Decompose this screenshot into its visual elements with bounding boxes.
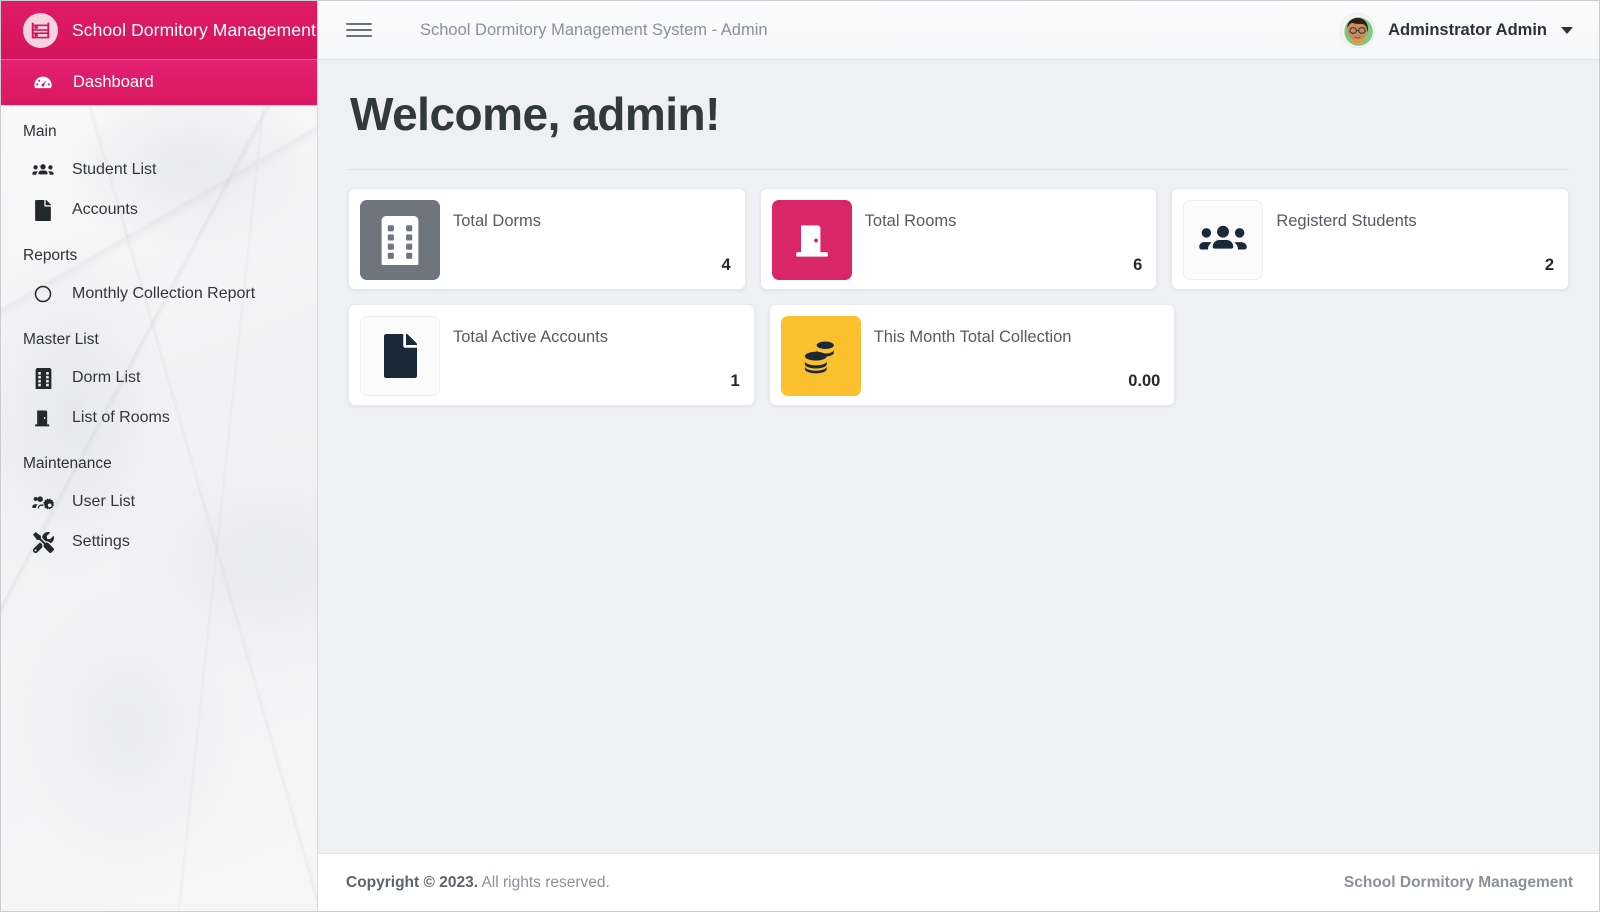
footer: Copyright © 2023. All rights reserved. S… bbox=[318, 853, 1599, 911]
sidebar-item-label: Dashboard bbox=[73, 73, 154, 91]
stat-card-total-dorms[interactable]: Total Dorms 4 bbox=[348, 188, 746, 291]
building-icon bbox=[381, 215, 419, 265]
sidebar: School Dormitory Management Dashboard Ma… bbox=[1, 1, 318, 911]
stat-value: 4 bbox=[721, 256, 731, 275]
sidebar-item-settings[interactable]: Settings bbox=[1, 522, 317, 562]
users-icon bbox=[30, 158, 56, 182]
stat-card-row-2: Total Active Accounts 1 This Month Total… bbox=[348, 304, 1569, 407]
stat-body: Total Active Accounts 1 bbox=[440, 316, 740, 396]
stat-card-total-rooms[interactable]: Total Rooms 6 bbox=[759, 188, 1158, 291]
stat-card-registered-students[interactable]: Registerd Students 2 bbox=[1171, 188, 1570, 291]
stat-card-this-month-total-collection[interactable]: This Month Total Collection 0.00 bbox=[768, 304, 1176, 407]
door-icon bbox=[795, 225, 828, 257]
sidebar-item-dorm-list[interactable]: Dorm List bbox=[1, 358, 317, 398]
bunk-bed-icon bbox=[23, 12, 58, 48]
sidebar-item-label: User List bbox=[72, 493, 136, 510]
app-window: School Dormitory Management Dashboard Ma… bbox=[0, 0, 1600, 912]
stat-icon-tile bbox=[1183, 200, 1264, 281]
sidebar-item-user-list[interactable]: User List bbox=[1, 482, 317, 522]
stat-value: 2 bbox=[1544, 256, 1555, 275]
topbar: School Dormitory Management System - Adm… bbox=[318, 1, 1599, 60]
sidebar-section-reports: Reports bbox=[23, 247, 78, 264]
building-icon bbox=[30, 366, 56, 390]
hamburger-icon[interactable] bbox=[346, 17, 372, 43]
tachometer-icon bbox=[30, 71, 56, 95]
door-icon bbox=[30, 406, 56, 430]
file-icon bbox=[383, 334, 417, 379]
title-divider bbox=[348, 169, 1569, 171]
stat-body: Total Dorms 4 bbox=[440, 200, 731, 280]
chevron-down-icon[interactable] bbox=[1561, 26, 1573, 34]
sidebar-item-label: Dorm List bbox=[72, 369, 141, 386]
sidebar-item-label: Accounts bbox=[72, 201, 138, 218]
file-icon bbox=[30, 198, 56, 222]
coins-icon bbox=[804, 341, 834, 374]
stat-value: 0.00 bbox=[1128, 372, 1161, 391]
stat-icon-tile bbox=[360, 200, 440, 281]
stat-icon-tile bbox=[771, 200, 852, 281]
stat-value: 6 bbox=[1133, 256, 1143, 275]
sidebar-item-label: List of Rooms bbox=[72, 409, 170, 426]
stat-label: Registerd Students bbox=[1276, 212, 1417, 231]
dashboard-content: Welcome, admin! Total Dorms 4 Total Room… bbox=[318, 60, 1599, 853]
sidebar-item-accounts[interactable]: Accounts bbox=[1, 190, 317, 230]
page-title: Welcome, admin! bbox=[350, 88, 720, 140]
sidebar-item-monthly-collection-report[interactable]: Monthly Collection Report bbox=[1, 274, 317, 314]
stat-card-total-active-accounts[interactable]: Total Active Accounts 1 bbox=[348, 304, 755, 407]
users-cog-icon bbox=[30, 490, 56, 514]
sidebar-item-list-of-rooms[interactable]: List of Rooms bbox=[1, 398, 317, 438]
stat-value: 1 bbox=[730, 372, 740, 391]
stat-card-row-1: Total Dorms 4 Total Rooms 6 Registerd St… bbox=[348, 188, 1570, 291]
stat-label: This Month Total Collection bbox=[873, 328, 1072, 347]
stat-label: Total Rooms bbox=[864, 212, 957, 231]
user-menu[interactable]: Adminstrator Admin bbox=[1340, 12, 1577, 48]
tools-icon bbox=[30, 530, 56, 554]
circle-icon bbox=[30, 282, 56, 306]
stat-card-placeholder bbox=[1189, 304, 1569, 406]
footer-brand: School Dormitory Management bbox=[1343, 873, 1573, 891]
stat-icon-tile bbox=[360, 316, 440, 397]
sidebar-section-main: Main bbox=[23, 123, 57, 140]
stat-body: Total Rooms 6 bbox=[852, 200, 1143, 280]
avatar bbox=[1340, 12, 1376, 48]
topbar-title: School Dormitory Management System - Adm… bbox=[420, 20, 768, 39]
sidebar-section-master-list: Master List bbox=[23, 331, 99, 348]
brand-header[interactable]: School Dormitory Management bbox=[1, 1, 317, 60]
sidebar-item-student-list[interactable]: Student List bbox=[1, 150, 317, 190]
main-area: School Dormitory Management System - Adm… bbox=[318, 1, 1599, 911]
sidebar-item-label: Monthly Collection Report bbox=[72, 285, 256, 302]
footer-copyright-rest: All rights reserved. bbox=[478, 873, 610, 891]
brand-title: School Dormitory Management bbox=[72, 19, 316, 40]
footer-copyright: Copyright © 2023. All rights reserved. bbox=[346, 874, 610, 892]
users-icon bbox=[1199, 226, 1248, 250]
sidebar-item-label: Student List bbox=[72, 161, 157, 178]
sidebar-item-label: Settings bbox=[72, 533, 130, 550]
stat-icon-tile bbox=[780, 316, 861, 397]
stat-body: This Month Total Collection 0.00 bbox=[861, 316, 1161, 396]
user-name: Adminstrator Admin bbox=[1388, 20, 1547, 39]
sidebar-item-dashboard[interactable]: Dashboard bbox=[1, 60, 317, 106]
stat-body: Registerd Students 2 bbox=[1263, 200, 1554, 280]
stat-label: Total Dorms bbox=[453, 212, 542, 231]
stat-label: Total Active Accounts bbox=[453, 328, 609, 347]
footer-copyright-strong: Copyright © 2023. bbox=[346, 873, 479, 891]
sidebar-section-maintenance: Maintenance bbox=[23, 455, 112, 472]
